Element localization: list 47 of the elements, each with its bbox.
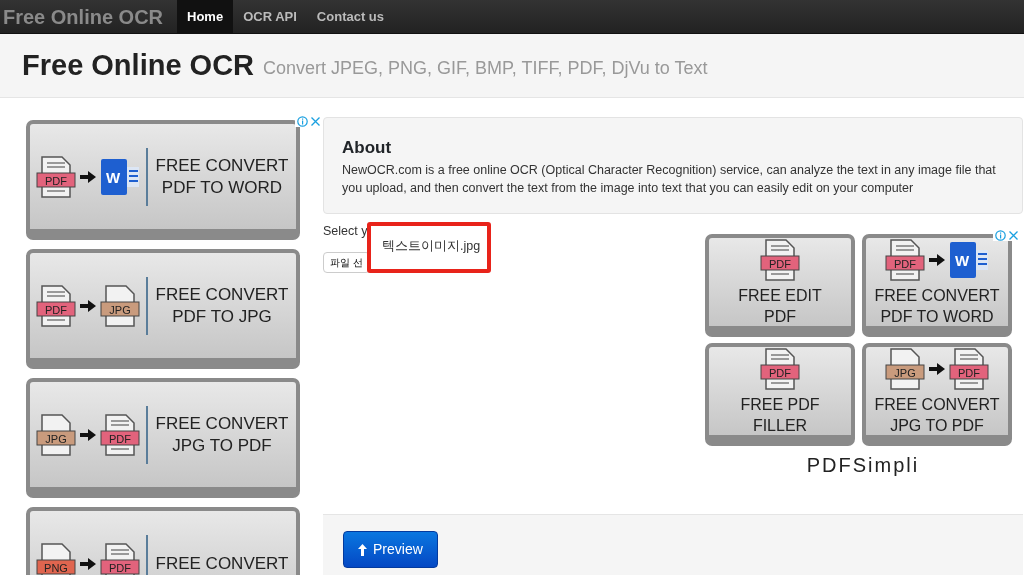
- ad-text: FREE PDF: [740, 395, 820, 415]
- arrow-icon: [80, 170, 96, 183]
- nav-link[interactable]: OCR API: [233, 0, 307, 33]
- arrow-icon: [929, 363, 945, 375]
- ad-banner[interactable]: JPG PDF FREE CONVERT JPG TO PDF: [26, 378, 300, 498]
- about-heading: About: [342, 138, 393, 159]
- info-icon[interactable]: [995, 230, 1006, 241]
- ad-banner[interactable]: PDF FREE PDF FILLER: [705, 343, 855, 446]
- ad-text: JPG TO PDF: [889, 416, 985, 436]
- ad-banner[interactable]: PNG PDF FREE CONVERT: [26, 507, 300, 575]
- arrow-icon: [80, 557, 96, 570]
- ad-banner[interactable]: PDF FREE EDIT PDF: [705, 234, 855, 337]
- filename-popup: 텍스트이미지.jpg: [367, 222, 491, 273]
- ad-text: FILLER: [751, 416, 809, 436]
- ad-banner[interactable]: PDF W FREE CONVERT PDF TO WORD: [862, 234, 1012, 337]
- ad-text: PDF TO WORD: [160, 176, 284, 199]
- ad-text: FREE CONVERT: [874, 395, 1000, 415]
- arrow-icon: [929, 254, 945, 266]
- nav-link[interactable]: Contact us: [306, 0, 395, 33]
- site-brand[interactable]: Free Online OCR: [0, 0, 178, 33]
- ad-text: PDF: [763, 307, 797, 327]
- ad-text: FREE CONVERT: [154, 552, 290, 575]
- ad-text: JPG TO PDF: [171, 434, 273, 457]
- ad-text: FREE EDIT: [738, 286, 822, 306]
- ad-text: PDF TO WORD: [879, 307, 995, 327]
- ad-text: PDF TO JPG: [171, 305, 273, 328]
- ad-text: FREE CONVERT: [154, 283, 290, 306]
- ad-brand: PDFSimpli: [806, 454, 920, 476]
- ad-banner[interactable]: JPG PDF FREE CONVERT JPG TO PDF: [862, 343, 1012, 446]
- page-subtitle: Convert JPEG, PNG, GIF, BMP, TIFF, PDF, DjVu to Text: [263, 57, 708, 80]
- page-title: Free Online OCR: [22, 48, 255, 83]
- nav-link[interactable]: Home: [177, 0, 234, 33]
- ad-banner[interactable]: PDF W FREE CONVERT PDF TO WORD: [26, 120, 300, 240]
- ad-text: FREE CONVERT: [154, 154, 290, 177]
- close-icon[interactable]: [1008, 230, 1019, 241]
- info-icon[interactable]: [297, 116, 308, 127]
- upload-arrow-icon: [358, 543, 367, 556]
- ad-text: FREE CONVERT: [154, 412, 290, 435]
- ad-text: FREE CONVERT: [874, 286, 1000, 306]
- arrow-icon: [80, 299, 96, 312]
- preview-button[interactable]: Preview: [343, 531, 438, 568]
- ad-banner[interactable]: PDF JPG FREE CONVERT PDF TO JPG: [26, 249, 300, 369]
- file-label: Select y: [323, 223, 369, 240]
- arrow-icon: [80, 428, 96, 441]
- about-text: NewOCR.com is a free online OCR (Optical Character Recognition) service, can analyze the text in any image file that you upload, and then convert the text from the image into text that you can easily edit on your computer: [342, 162, 997, 197]
- file-choose-button[interactable]: 파일 선: [323, 251, 370, 273]
- close-icon[interactable]: [310, 116, 321, 127]
